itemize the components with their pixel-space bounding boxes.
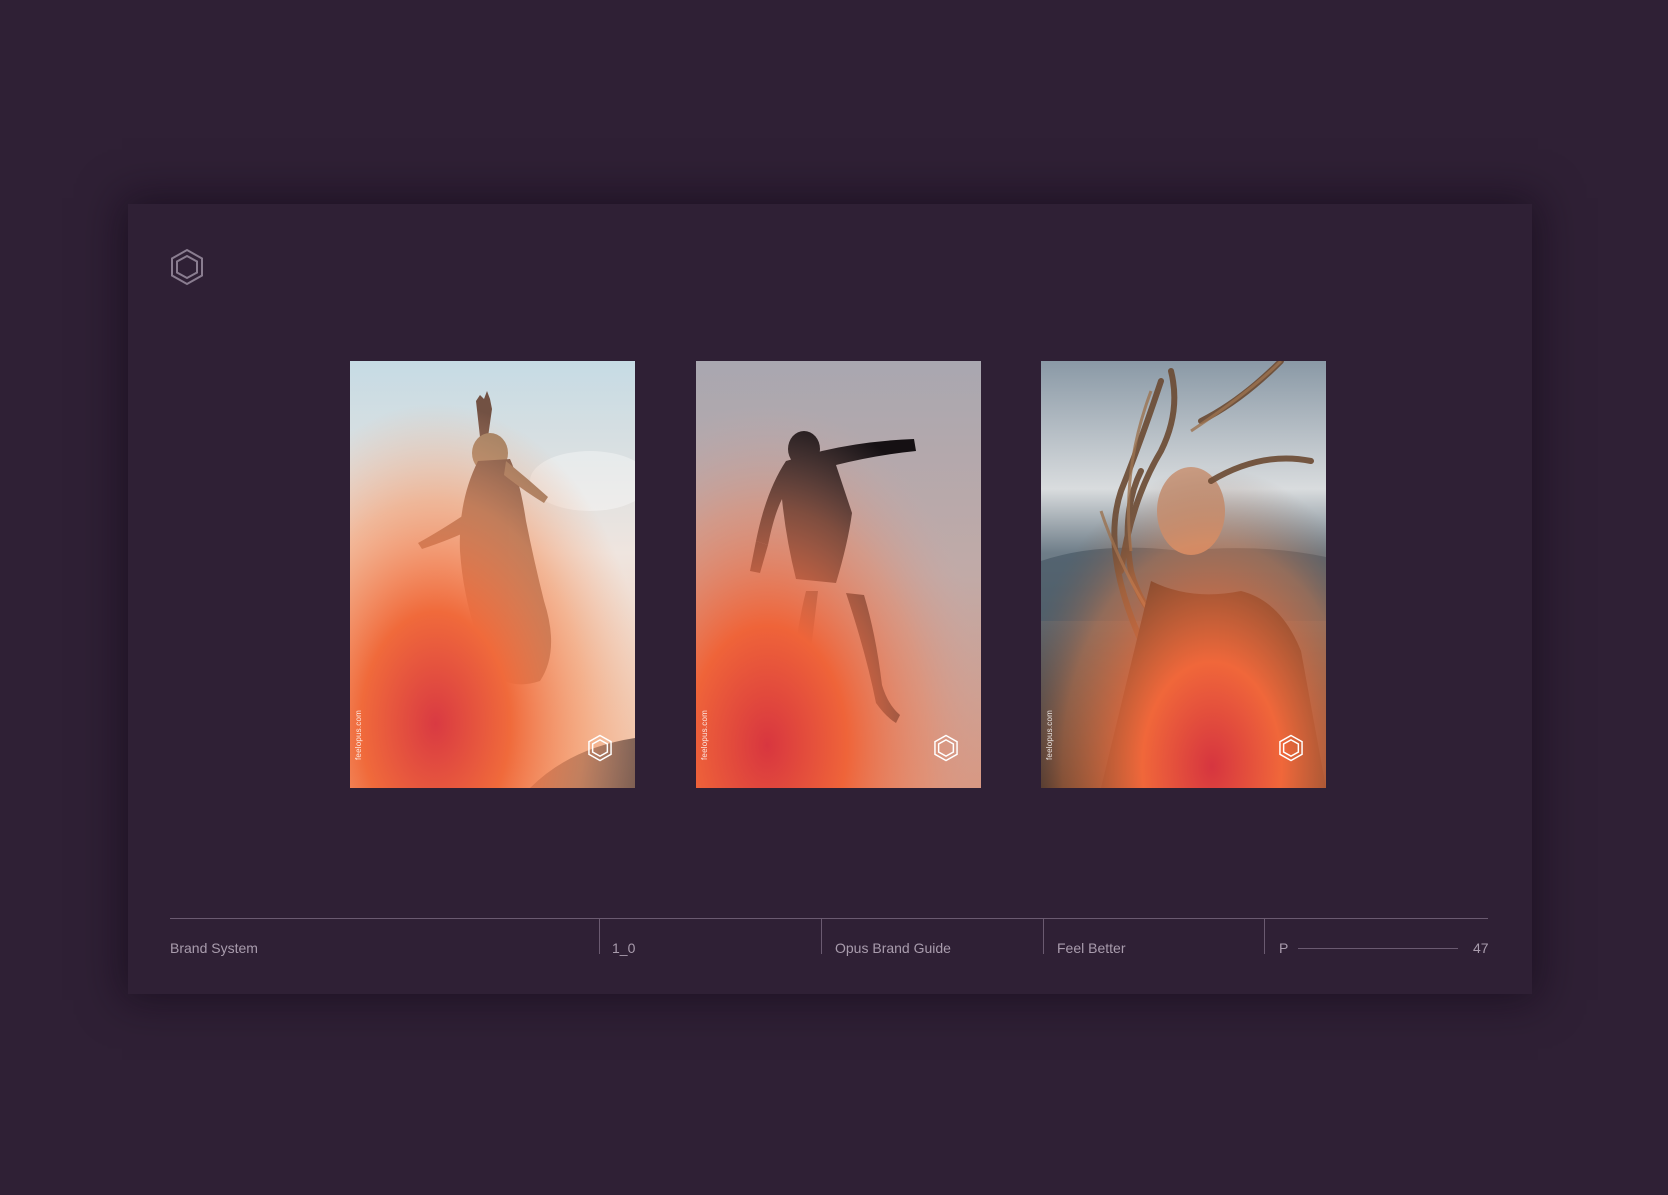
brand-guide-slide: feelopus.com feelopus.com feelopus.com B… (128, 204, 1532, 994)
footer-rule (170, 918, 1488, 919)
poster-url-text: feelopus.com (700, 710, 709, 760)
poster-3: feelopus.com (1041, 361, 1326, 788)
footer-page-prefix: P (1279, 940, 1289, 956)
poster-url-text: feelopus.com (1045, 710, 1054, 760)
poster-1-photo (350, 361, 635, 788)
footer-divider (1043, 918, 1044, 954)
footer-divider (599, 918, 600, 954)
poster-url-text: feelopus.com (354, 710, 363, 760)
hexagon-logo-icon (933, 734, 959, 762)
footer-version: 1_0 (612, 940, 636, 956)
poster-3-photo (1041, 361, 1326, 788)
footer-document-title: Opus Brand Guide (835, 940, 951, 956)
footer-divider (1264, 918, 1265, 954)
footer-section: Brand System (170, 940, 258, 956)
footer-page-number: 47 (1473, 940, 1489, 956)
footer-page-rule (1298, 948, 1458, 949)
poster-2: feelopus.com (696, 361, 981, 788)
poster-2-photo (696, 361, 981, 788)
hexagon-logo-icon (170, 248, 204, 286)
footer-tagline: Feel Better (1057, 940, 1126, 956)
hexagon-logo-icon (587, 734, 613, 762)
footer-divider (821, 918, 822, 954)
poster-1: feelopus.com (350, 361, 635, 788)
hexagon-logo-icon (1278, 734, 1304, 762)
